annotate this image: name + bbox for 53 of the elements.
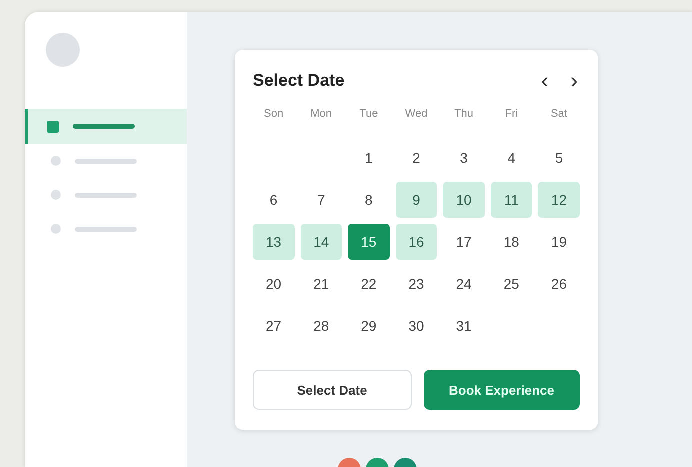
weekday-label: Sat [550, 108, 568, 122]
picker-title: Select Date [253, 71, 345, 91]
day-cell[interactable]: 11 [490, 182, 532, 218]
circle-icon [51, 190, 61, 200]
day-cell[interactable]: 20 [253, 266, 295, 302]
day-cell[interactable]: 27 [253, 308, 295, 344]
day-cell[interactable]: 18 [490, 224, 532, 260]
day-cell[interactable]: 1 [348, 140, 390, 176]
day-cell[interactable]: 12 [538, 182, 580, 218]
previous-month-button[interactable]: ‹ [539, 70, 551, 92]
sidebar-item[interactable] [25, 109, 187, 144]
placeholder-bar [75, 192, 137, 198]
placeholder-bar [75, 158, 137, 164]
day-cell[interactable]: 3 [443, 140, 485, 176]
avatar [46, 33, 80, 67]
day-cell[interactable]: 24 [443, 266, 485, 302]
day-cell[interactable]: 15 [348, 224, 390, 260]
day-cell[interactable]: 21 [300, 266, 342, 302]
day-cell[interactable]: 13 [253, 224, 295, 260]
day-cell[interactable]: 29 [348, 308, 390, 344]
weekday-label: Mon [310, 108, 334, 122]
placeholder-bar [75, 226, 137, 232]
weekday-label: Tue [358, 108, 380, 122]
day-cell[interactable]: 16 [396, 224, 438, 260]
weekday-label: Son [262, 108, 285, 122]
day-cell[interactable]: 23 [396, 266, 438, 302]
day-cell[interactable]: 31 [443, 308, 485, 344]
square-icon [47, 120, 59, 132]
day-cell[interactable]: 9 [396, 182, 438, 218]
day-cell[interactable]: 17 [443, 224, 485, 260]
weekday-label: Fri [504, 108, 520, 122]
day-cell[interactable]: 6 [253, 182, 295, 218]
placeholder-bar [73, 124, 135, 129]
weekday-label: Wed [404, 108, 429, 122]
day-cell[interactable]: 22 [348, 266, 390, 302]
circle-icon [51, 224, 61, 234]
circle-icon [51, 156, 61, 166]
day-cell[interactable]: 25 [490, 266, 532, 302]
book-button[interactable]: Book Experience [424, 370, 580, 410]
day-cell[interactable]: 10 [443, 182, 485, 218]
day-cell[interactable]: 5 [538, 140, 580, 176]
next-month-button[interactable]: › [568, 70, 580, 92]
day-cell[interactable]: 30 [396, 308, 438, 344]
select-date-button[interactable]: Select Date [253, 370, 412, 410]
day-cell[interactable]: 14 [300, 224, 342, 260]
day-cell[interactable]: 4 [490, 140, 532, 176]
day-cell[interactable]: 19 [538, 224, 580, 260]
day-cell[interactable]: 8 [348, 182, 390, 218]
day-cell[interactable]: 7 [300, 182, 342, 218]
day-cell[interactable]: 26 [538, 266, 580, 302]
day-cell[interactable]: 2 [396, 140, 438, 176]
weekday-label: Thu [454, 108, 475, 122]
day-cell[interactable]: 28 [300, 308, 342, 344]
